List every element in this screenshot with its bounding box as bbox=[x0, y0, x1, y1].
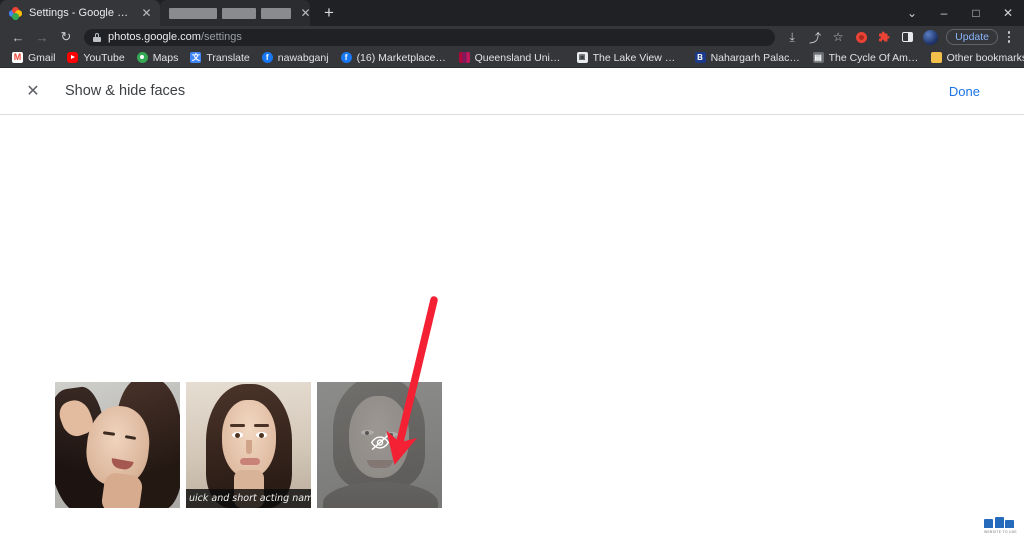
face-photo bbox=[55, 382, 180, 508]
bookmark-label: Nahargarh Palace H... bbox=[710, 51, 801, 64]
tab-close-icon[interactable]: ✕ bbox=[298, 6, 313, 21]
bookmark-label: The Cycle Of Ameri... bbox=[828, 51, 919, 64]
thumbnail-caption: uick and short acting namely bbox=[186, 489, 311, 508]
face-thumbnail-1[interactable] bbox=[55, 382, 180, 508]
queensland-university-icon bbox=[458, 52, 470, 63]
bookmark-lake-view-hotel[interactable]: ▣ The Lake View Hote... bbox=[571, 49, 689, 67]
other-bookmarks-button[interactable]: Other bookmarks bbox=[925, 49, 1024, 67]
page-header: ✕ Show & hide faces Done bbox=[0, 68, 1024, 115]
window-controls: ⌄ – □ ✕ bbox=[896, 0, 1024, 26]
bookmark-label: (16) Marketplace -... bbox=[356, 51, 447, 64]
bookmark-label: Translate bbox=[206, 51, 250, 64]
url-host: photos.google.com bbox=[108, 31, 201, 43]
page-title: Show & hide faces bbox=[65, 83, 186, 99]
install-app-icon[interactable]: ⤓ bbox=[781, 27, 803, 47]
bookmark-youtube[interactable]: YouTube bbox=[61, 49, 130, 67]
maps-icon bbox=[136, 52, 148, 63]
bookmark-gmail[interactable]: M Gmail bbox=[6, 49, 61, 67]
faces-grid: uick and short acting namely bbox=[55, 382, 442, 508]
reload-icon[interactable]: ↻ bbox=[54, 27, 78, 47]
bookmark-nahargarh-palace[interactable]: B Nahargarh Palace H... bbox=[689, 49, 807, 67]
browser-toolbar: ← → ↻ photos.google.com/settings ⤓ ⤴ ☆ U bbox=[0, 26, 1024, 48]
browser-tab-active[interactable]: Settings - Google Photos ✕ bbox=[0, 0, 160, 26]
browser-tab-inactive[interactable]: ✕ bbox=[160, 0, 313, 26]
address-bar[interactable]: photos.google.com/settings bbox=[84, 28, 776, 46]
chrome-menu-icon[interactable] bbox=[1000, 27, 1018, 47]
gmail-icon: M bbox=[12, 52, 23, 63]
bookmark-label: Gmail bbox=[28, 51, 56, 64]
eye-off-icon bbox=[370, 433, 390, 458]
close-icon[interactable]: ✕ bbox=[16, 74, 50, 108]
booking-icon: B bbox=[694, 52, 706, 63]
avatar[interactable] bbox=[919, 27, 941, 47]
bookmark-label: nawabganj bbox=[277, 51, 329, 64]
extensions-puzzle-icon[interactable] bbox=[873, 27, 895, 47]
done-button[interactable]: Done bbox=[937, 77, 992, 106]
browser-chrome: Settings - Google Photos ✕ ✕ + ⌄ – □ ✕ bbox=[0, 0, 1024, 68]
other-bookmarks-label: Other bookmarks bbox=[946, 51, 1024, 64]
face-thumbnail-2[interactable]: uick and short acting namely bbox=[186, 382, 311, 508]
bookmark-queensland-university[interactable]: Queensland Univer... bbox=[453, 49, 571, 67]
forward-icon[interactable]: → bbox=[30, 27, 54, 47]
bookmark-star-icon[interactable]: ☆ bbox=[827, 27, 849, 47]
bookmark-label: Maps bbox=[152, 51, 179, 64]
back-icon[interactable]: ← bbox=[6, 27, 30, 47]
bookmark-label: Queensland Univer... bbox=[474, 51, 565, 64]
tab-title: Settings - Google Photos bbox=[29, 7, 132, 19]
tab-close-icon[interactable]: ✕ bbox=[139, 6, 154, 21]
close-window-icon[interactable]: ✕ bbox=[992, 0, 1024, 26]
url-path: /settings bbox=[200, 31, 242, 43]
watermark-text: WEBSITE TO USE bbox=[984, 529, 1017, 534]
page-content: ✕ Show & hide faces Done uick and short … bbox=[0, 68, 1024, 541]
bookmarks-bar: M Gmail YouTube Maps 文 Translate f nawab… bbox=[0, 48, 1024, 68]
watermark: WEBSITE TO USE bbox=[984, 517, 1018, 537]
google-photos-favicon-icon bbox=[9, 6, 22, 20]
toolbar-icon-group: ⤓ ⤴ ☆ Update bbox=[781, 27, 1018, 47]
folder-icon bbox=[930, 52, 942, 63]
new-tab-button[interactable]: + bbox=[318, 2, 340, 24]
bookmark-cycle-of-america[interactable]: ▤ The Cycle Of Ameri... bbox=[807, 49, 925, 67]
side-panel-icon[interactable] bbox=[896, 27, 918, 47]
update-button[interactable]: Update bbox=[946, 29, 998, 45]
bookmark-marketplace[interactable]: f (16) Marketplace -... bbox=[335, 49, 453, 67]
maximize-icon[interactable]: □ bbox=[960, 0, 992, 26]
bookmark-label: YouTube bbox=[83, 51, 125, 64]
facebook-icon: f bbox=[340, 52, 352, 63]
bookmark-label: The Lake View Hote... bbox=[592, 51, 683, 64]
screenshot-root: Settings - Google Photos ✕ ✕ + ⌄ – □ ✕ bbox=[0, 0, 1024, 543]
lake-view-hotel-icon: ▣ bbox=[576, 52, 588, 63]
bookmark-translate[interactable]: 文 Translate bbox=[184, 49, 255, 67]
article-icon: ▤ bbox=[812, 52, 824, 63]
watermark-logo-icon bbox=[984, 517, 1018, 528]
face-thumbnail-3-hidden[interactable] bbox=[317, 382, 442, 508]
address-bar-url: photos.google.com/settings bbox=[108, 31, 242, 43]
translate-icon: 文 bbox=[190, 52, 202, 63]
youtube-icon bbox=[67, 52, 79, 63]
lock-icon bbox=[93, 32, 101, 42]
screen-recorder-icon[interactable] bbox=[850, 27, 872, 47]
bookmark-nawabganj[interactable]: f nawabganj bbox=[256, 49, 335, 67]
share-icon[interactable]: ⤴ bbox=[804, 27, 826, 47]
chevron-down-icon[interactable]: ⌄ bbox=[896, 0, 928, 26]
face-photo bbox=[317, 382, 442, 508]
tab-strip: Settings - Google Photos ✕ ✕ + ⌄ – □ ✕ bbox=[0, 0, 1024, 26]
facebook-icon: f bbox=[261, 52, 273, 63]
tab-title-redacted bbox=[169, 7, 291, 19]
bookmark-maps[interactable]: Maps bbox=[131, 49, 185, 67]
minimize-icon[interactable]: – bbox=[928, 0, 960, 26]
